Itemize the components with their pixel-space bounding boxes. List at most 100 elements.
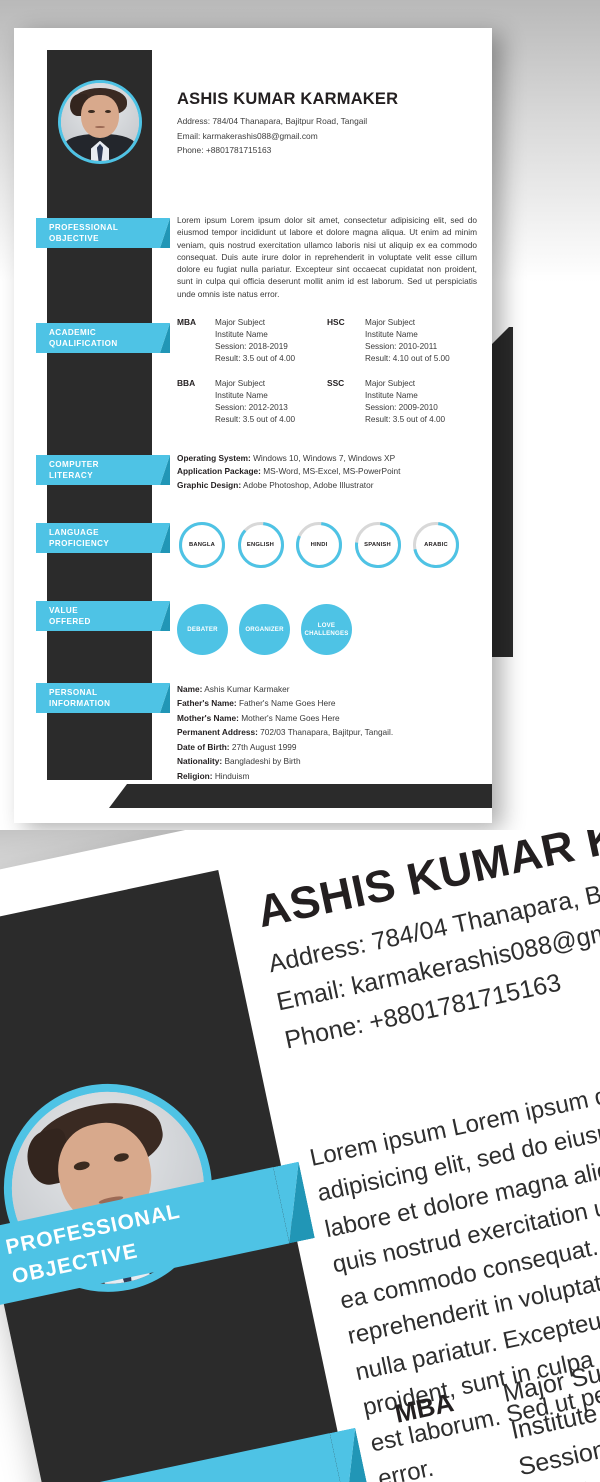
literacy-value: MS-Word, MS-Excel, MS-PowerPoint — [263, 466, 401, 477]
language-ring-row: BANGLA ENGLISH HINDI SPANISH ARABIC — [177, 520, 477, 570]
personal-row: Nationality: Bangladeshi by Birth — [177, 754, 477, 768]
personal-label: Name: — [177, 684, 203, 694]
tab-label-line1: ACADEMIC — [49, 328, 97, 337]
personal-label: Permanent Address: — [177, 727, 258, 738]
personal-row: Permanent Address: 702/03 Thanapara, Baj… — [177, 725, 477, 739]
personal-label: Religion: — [177, 770, 213, 781]
resume-page: ASHIS KUMAR KARMAKER Address: 784/04 Tha… — [14, 28, 492, 823]
tab-label-line1: PERSONAL — [49, 688, 98, 697]
contact-phone: Phone: +8801781715163 — [177, 145, 272, 156]
value-circle-row: DEBATER ORGANIZER LOVE CHALLENGES — [177, 604, 477, 655]
language-ring-hindi: HINDI — [294, 520, 344, 570]
avatar — [58, 80, 142, 164]
degree-institute: Institute Name — [215, 391, 268, 401]
section-tab-personal[interactable]: PERSONAL INFORMATION — [36, 683, 170, 713]
degree-institute: Institute Name — [365, 391, 418, 401]
literacy-row: Application Package: MS-Word, MS-Excel, … — [177, 465, 477, 478]
literacy-row: Graphic Design: Adobe Photoshop, Adobe I… — [177, 479, 477, 492]
academic-entry: MBA Major Subject Institute Name Session… — [177, 317, 327, 365]
degree-session: Session: 2009-2010 — [365, 403, 438, 413]
academic-entry: HSC Major Subject Institute Name Session… — [327, 317, 477, 365]
language-ring-label: HINDI — [310, 542, 328, 548]
literacy-row: Operating System: Windows 10, Windows 7,… — [177, 452, 477, 465]
contact-email: Email: karmakerashis088@gmail.com — [177, 130, 318, 141]
degree-label: BBA — [177, 378, 196, 389]
tab-label-line1: VALUE — [49, 606, 79, 615]
personal-value: Bangladeshi by Birth — [224, 756, 301, 767]
language-ring-bangla: BANGLA — [177, 520, 227, 570]
section-tab-academic[interactable]: ACADEMIC QUALIFICATION — [36, 323, 170, 353]
degree-session: Session: 2010-2011 — [365, 342, 438, 352]
degree-label: MBA — [177, 317, 197, 327]
literacy-label: Operating System: — [177, 453, 251, 463]
personal-value: Hinduism — [214, 770, 250, 781]
tab-label-line2: QUALIFICATION — [49, 339, 118, 349]
value-circle-label: CHALLENGES — [304, 629, 349, 637]
language-ring-arabic: ARABIC — [411, 520, 461, 570]
page-title: ASHIS KUMAR KARMAKER — [177, 90, 399, 108]
degree-subject: Major Subject — [365, 379, 416, 389]
academic-section: MBA Major Subject Institute Name Session… — [177, 317, 477, 426]
literacy-label: Application Package: — [177, 466, 261, 477]
tab-label-line1: LANGUAGE — [49, 528, 99, 537]
language-ring-english: ENGLISH — [236, 520, 286, 570]
tab-label-line2: LITERACY — [49, 471, 94, 481]
language-ring-label: ENGLISH — [246, 542, 275, 548]
objective-text: Lorem ipsum Lorem ipsum dolor sit amet, … — [177, 215, 477, 299]
tab-label-line2: OBJECTIVE — [49, 234, 99, 244]
personal-label: Date of Birth: — [177, 741, 230, 752]
academic-row-1: MBA Major Subject Institute Name Session… — [177, 317, 477, 365]
value-circle-label: LOVE — [317, 621, 336, 629]
language-ring-label: ARABIC — [424, 542, 448, 548]
objective-section: Lorem ipsum Lorem ipsum dolor sit amet, … — [177, 214, 477, 300]
section-tab-language[interactable]: LANGUAGE PROFICIENCY — [36, 523, 170, 553]
degree-result: Result: 4.10 out of 5.00 — [365, 354, 450, 364]
degree-institute: Institute Name — [215, 330, 268, 340]
top-preview-stage: ASHIS KUMAR KARMAKER Address: 784/04 Tha… — [0, 0, 600, 830]
contact-address: Address: 784/04 Thanapara, Bajitpur Road… — [177, 116, 368, 127]
bottom-zoom-stage: ASHIS KUMAR KARMAKER Address: 784/04 Tha… — [0, 830, 600, 1482]
academic-entry: BBA Major Subject Institute Name Session… — [177, 378, 327, 426]
zoom-header-block: ASHIS KUMAR KARMAKER Address: 784/04 Tha… — [253, 830, 600, 1060]
value-circle: LOVE CHALLENGES — [301, 604, 352, 655]
personal-row: Date of Birth: 27th August 1999 — [177, 740, 477, 754]
value-section: DEBATER ORGANIZER LOVE CHALLENGES — [177, 604, 477, 655]
personal-value: 702/03 Thanapara, Bajitpur, Tangail. — [260, 727, 394, 738]
header-block: ASHIS KUMAR KARMAKER Address: 784/04 Tha… — [177, 90, 477, 158]
personal-value: Father's Name Goes Here — [238, 698, 336, 709]
personal-label: Nationality: — [177, 756, 223, 767]
avatar-photo — [58, 80, 142, 164]
language-ring-spanish: SPANISH — [353, 520, 403, 570]
personal-value: 27th August 1999 — [231, 741, 297, 752]
degree-session: Session: 2012-2013 — [215, 403, 288, 413]
degree-subject: Major Subject — [215, 379, 266, 389]
section-tab-value[interactable]: VALUE OFFERED — [36, 601, 170, 631]
personal-section: Name: Ashis Kumar Karmaker Father's Name… — [177, 682, 477, 783]
language-ring-label: SPANISH — [364, 542, 391, 548]
section-tab-literacy[interactable]: COMPUTER LITERACY — [36, 455, 170, 485]
personal-label: Father's Name: — [177, 698, 237, 709]
page-footer-bar — [109, 784, 492, 808]
literacy-value: Adobe Photoshop, Adobe Illustrator — [242, 479, 374, 490]
degree-result: Result: 3.5 out of 4.00 — [365, 415, 446, 425]
degree-label: SSC — [327, 378, 345, 389]
language-ring-label: BANGLA — [189, 542, 215, 548]
tab-label-line2: OFFERED — [49, 617, 91, 627]
degree-subject: Major Subject — [365, 318, 416, 327]
value-circle: DEBATER — [177, 604, 228, 655]
tab-label-line1: COMPUTER — [49, 460, 99, 469]
degree-institute: Institute Name — [365, 330, 418, 340]
tab-label-line2: PROFICIENCY — [49, 539, 110, 549]
tab-label-line2: INFORMATION — [49, 699, 111, 709]
personal-row: Religion: Hinduism — [177, 769, 477, 783]
value-circle-label: ORGANIZER — [245, 625, 284, 633]
literacy-label: Graphic Design: — [177, 479, 242, 490]
zoomed-resume-page: ASHIS KUMAR KARMAKER Address: 784/04 Tha… — [0, 830, 600, 1482]
degree-session: Session: 2018-2019 — [215, 342, 288, 352]
degree-subject: Major Subject — [215, 318, 266, 327]
value-circle: ORGANIZER — [239, 604, 290, 655]
tab-label-line1: PROFESSIONAL — [49, 223, 119, 232]
academic-row-2: BBA Major Subject Institute Name Session… — [177, 378, 477, 426]
section-tab-objective[interactable]: PROFESSIONAL OBJECTIVE — [36, 218, 170, 248]
personal-label: Mother's Name: — [177, 712, 239, 723]
